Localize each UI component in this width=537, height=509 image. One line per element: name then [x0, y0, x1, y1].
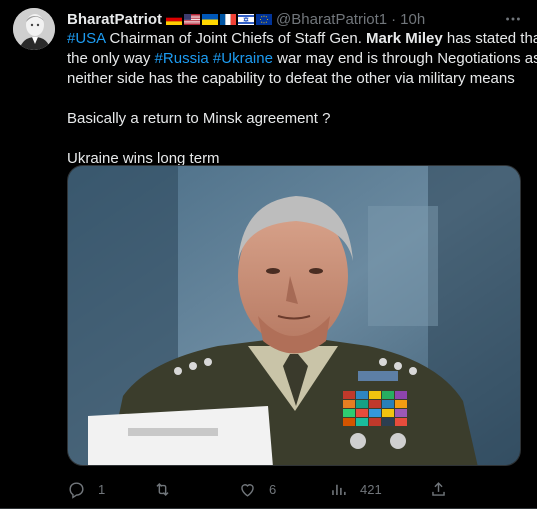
- bold-name: Mark Miley: [366, 30, 443, 47]
- retweet-icon: [156, 482, 169, 496]
- reply-count: 1: [98, 481, 106, 497]
- tweet-line-1: #USA Chairman of Joint Chiefs of Staff G…: [67, 29, 537, 49]
- tweet-line-2: the only way #Russia #Ukraine war may en…: [67, 49, 537, 69]
- separator-dot: ·: [391, 10, 397, 28]
- text-segment: the only way: [67, 50, 155, 67]
- tweet-text: #USA Chairman of Joint Chiefs of Staff G…: [67, 29, 537, 169]
- hashtag-usa[interactable]: #USA: [67, 30, 105, 47]
- tweet-header: BharatPatriot @BharatPatriot1 · 10h: [67, 9, 497, 29]
- text-segment: war may end is through Negotiations as: [272, 50, 537, 67]
- france-flag-icon: [220, 13, 237, 25]
- tweet-line-4: Basically a return to Minsk agreement ?: [67, 110, 331, 127]
- views-icon: [332, 484, 346, 495]
- eu-flag-icon: [256, 13, 273, 25]
- more-icon[interactable]: [503, 9, 523, 29]
- action-bar: 1 6 421: [67, 478, 467, 500]
- tweet-line-3: neither side has the capability to defea…: [67, 70, 515, 87]
- reply-icon: [69, 481, 84, 499]
- share-icon: [432, 481, 445, 496]
- tweet[interactable]: BharatPatriot @BharatPatriot1 · 10h #USA…: [0, 0, 537, 509]
- ukraine-flag-icon: [202, 13, 219, 25]
- avatar[interactable]: [13, 8, 55, 50]
- text-segment: Chairman of Joint Chiefs of Staff Gen.: [105, 30, 367, 47]
- like-icon: [241, 483, 254, 497]
- flag-emojis: [166, 13, 273, 25]
- like-count: 6: [269, 481, 277, 497]
- handle[interactable]: @BharatPatriot1: [276, 11, 387, 28]
- view-count: 421: [360, 481, 382, 497]
- retweet-button[interactable]: [153, 478, 184, 500]
- like-button[interactable]: 6: [238, 478, 276, 500]
- usa-flag-icon: [184, 13, 201, 25]
- share-button[interactable]: [429, 478, 448, 500]
- tweet-photo[interactable]: [67, 165, 521, 466]
- germany-flag-icon: [166, 13, 183, 25]
- reply-button[interactable]: 1: [67, 478, 105, 500]
- hashtag-ukraine[interactable]: #Ukraine: [213, 50, 273, 67]
- hashtag-russia[interactable]: #Russia: [155, 50, 209, 67]
- timestamp[interactable]: 10h: [400, 11, 425, 28]
- display-name[interactable]: BharatPatriot: [67, 11, 162, 28]
- views-button[interactable]: 421: [329, 478, 382, 500]
- israel-flag-icon: [238, 13, 255, 25]
- text-segment: has stated that: [442, 30, 537, 47]
